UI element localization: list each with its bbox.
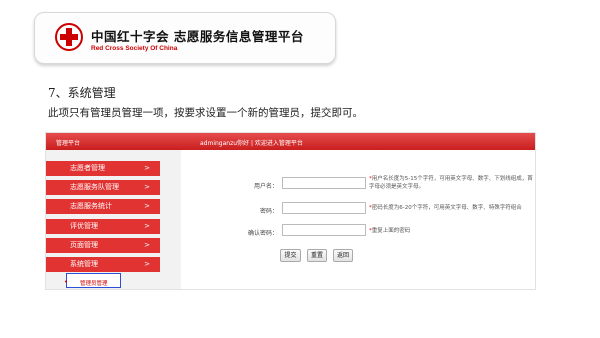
menu-item-label: 系统管理 <box>70 260 98 268</box>
username-hint: *用户名长度为5-15个字符，可用英文字母、数字、下划线组成，首字母必须是英文字… <box>369 175 534 191</box>
logo-banner: 中国红十字会 志愿服务信息管理平台 Red Cross Society Of C… <box>34 12 336 64</box>
password-hint: *密码长度为6-20个字符，可用英文字母、数字、特殊字符组合 <box>369 204 534 212</box>
username-hint-text: 用户名长度为5-15个字符，可用英文字母、数字、下划线组成，首字母必须是英文字母… <box>369 176 533 190</box>
back-button[interactable]: 返回 <box>333 249 353 262</box>
menu-item-volunteer[interactable]: 志愿者管理 > <box>46 161 160 176</box>
red-cross-icon <box>55 23 83 51</box>
confirm-password-hint: *重复上面的密码 <box>369 227 534 235</box>
submenu-admin-management[interactable]: 管理员管理 <box>80 279 108 287</box>
menu-item-statistics[interactable]: 志愿服务统计 > <box>46 199 160 214</box>
password-input[interactable] <box>282 202 366 214</box>
menu-item-label: 评优管理 <box>70 222 98 230</box>
confirm-password-label: 确认密码： <box>247 230 278 237</box>
platform-subtitle: Red Cross Society Of China <box>91 45 178 52</box>
menu-item-label: 志愿者管理 <box>70 164 105 172</box>
confirm-password-input[interactable] <box>282 224 366 236</box>
menu-item-evaluation[interactable]: 评优管理 > <box>46 219 160 234</box>
chevron-right-icon: > <box>144 202 150 210</box>
section-paragraph: 此项只有管理员管理一项，按要求设置一个新的管理员，提交即可。 <box>48 107 363 119</box>
menu-item-label: 页面管理 <box>70 241 98 249</box>
chevron-right-icon: > <box>144 183 150 191</box>
chevron-right-icon: > <box>144 241 150 249</box>
menu-item-service-team[interactable]: 志愿服务队管理 > <box>46 180 160 195</box>
menu-item-label: 志愿服务统计 <box>70 202 112 210</box>
sidebar: 管理平台 志愿者管理 > 志愿服务队管理 > 志愿服务统计 > 评优管理 > 页… <box>46 133 181 289</box>
menu-item-system[interactable]: 系统管理 > <box>46 257 160 272</box>
embedded-screenshot: 管理平台 志愿者管理 > 志愿服务队管理 > 志愿服务统计 > 评优管理 > 页… <box>45 132 536 290</box>
section-heading: 7、系统管理 <box>48 86 116 100</box>
main-header: adminganzu你好 | 欢迎进入管理平台 <box>181 133 535 150</box>
password-label: 密码： <box>259 208 278 215</box>
chevron-right-icon: > <box>144 260 150 268</box>
bullet-icon: • <box>64 278 69 286</box>
menu-item-label: 志愿服务队管理 <box>70 183 119 191</box>
main-panel: adminganzu你好 | 欢迎进入管理平台 用户名： *用户名长度为5-15… <box>181 133 535 289</box>
username-label: 用户名： <box>253 183 278 190</box>
reset-button[interactable]: 重置 <box>307 249 327 262</box>
submit-button[interactable]: 提交 <box>280 249 301 262</box>
menu-item-pages[interactable]: 页面管理 > <box>46 238 160 253</box>
confirm-hint-text: 重复上面的密码 <box>371 228 411 234</box>
username-input[interactable] <box>282 177 366 189</box>
sidebar-header: 管理平台 <box>46 133 181 150</box>
password-hint-text: 密码长度为6-20个字符，可用英文字母、数字、特殊字符组合 <box>371 205 522 211</box>
chevron-right-icon: > <box>144 222 150 230</box>
chevron-right-icon: > <box>144 164 150 172</box>
platform-title: 中国红十字会 志愿服务信息管理平台 <box>91 29 304 44</box>
